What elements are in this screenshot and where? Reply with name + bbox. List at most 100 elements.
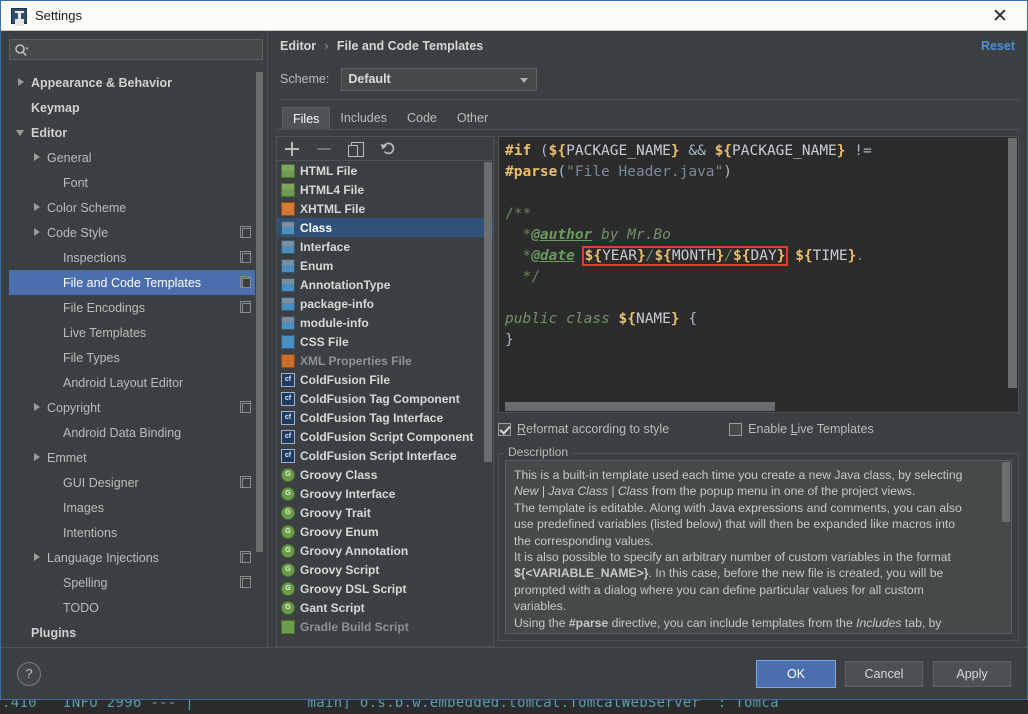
sidebar-scrollbar-thumb[interactable] [256, 72, 263, 553]
apply-button[interactable]: Apply [933, 660, 1011, 687]
tab-other[interactable]: Other [447, 107, 498, 129]
sidebar-item-appearance-behavior[interactable]: Appearance & Behavior [9, 70, 255, 95]
chevron-right-icon[interactable] [31, 201, 44, 214]
sidebar-item-language-injections[interactable]: Language Injections [9, 545, 255, 570]
template-list-panel: HTML File HTML4 File XHTML File Class Interf… [276, 136, 494, 647]
list-item[interactable]: AnnotationType [277, 275, 493, 294]
reformat-checkbox[interactable]: Reformat according to style [498, 422, 669, 436]
sidebar-item-images[interactable]: Images [9, 495, 255, 520]
tab-code[interactable]: Code [397, 107, 447, 129]
list-item[interactable]: G Groovy Trait [277, 503, 493, 522]
cancel-button[interactable]: Cancel [845, 660, 923, 687]
editor-horizontal-scrollbar-thumb[interactable] [505, 402, 775, 411]
list-item[interactable]: CSS File [277, 332, 493, 351]
sidebar-item-file-types[interactable]: File Types [9, 345, 255, 370]
sidebar-item-inspections[interactable]: Inspections [9, 245, 255, 270]
list-item[interactable]: Class [277, 218, 493, 237]
sidebar-item-file-encodings[interactable]: File Encodings [9, 295, 255, 320]
sidebar-item-code-style[interactable]: Code Style [9, 220, 255, 245]
sidebar-item-emmet[interactable]: Emmet [9, 445, 255, 470]
scheme-row: Scheme: Default [276, 61, 1019, 97]
sidebar-item-editor[interactable]: Editor [9, 120, 255, 145]
template-code-editor[interactable]: #if (${PACKAGE_NAME} && ${PACKAGE_NAME} … [498, 136, 1019, 413]
chevron-right-icon[interactable] [31, 551, 44, 564]
sidebar-item-plugins[interactable]: Plugins [9, 620, 255, 645]
search-input[interactable] [29, 42, 258, 57]
chevron-down-icon[interactable] [15, 126, 28, 139]
cf-file-icon: cf [281, 410, 295, 425]
settings-search-box[interactable] [9, 39, 263, 61]
sidebar-item-color-scheme[interactable]: Color Scheme [9, 195, 255, 220]
sidebar-item-gui-designer[interactable]: GUI Designer [9, 470, 255, 495]
list-item[interactable]: G Groovy Interface [277, 484, 493, 503]
ok-button[interactable]: OK [756, 659, 836, 688]
list-item-label: XHTML File [300, 201, 366, 216]
sidebar-item-general[interactable]: General [9, 145, 255, 170]
chevron-right-icon[interactable] [31, 451, 44, 464]
sidebar-item-label: Appearance & Behavior [31, 75, 173, 90]
close-icon[interactable]: ✕ [983, 1, 1017, 31]
list-item[interactable]: cf ColdFusion Script Interface [277, 446, 493, 465]
sidebar-item-keymap[interactable]: Keymap [9, 95, 255, 120]
sidebar-item-file-and-code-templates[interactable]: File and Code Templates [9, 270, 255, 296]
list-item[interactable]: Enum [277, 256, 493, 275]
chevron-right-icon[interactable] [15, 76, 28, 89]
chevron-right-icon[interactable] [31, 226, 44, 239]
groovy-file-icon: G [281, 562, 295, 577]
reset-link[interactable]: Reset [981, 39, 1019, 53]
plus-icon[interactable] [283, 140, 301, 158]
editor-vertical-scrollbar-thumb[interactable] [1008, 138, 1017, 388]
minus-icon[interactable] [315, 140, 333, 158]
java-file-icon [281, 258, 295, 273]
list-item[interactable]: HTML File [277, 161, 493, 180]
description-scrollbar-thumb[interactable] [1002, 462, 1010, 522]
list-item[interactable]: module-info [277, 313, 493, 332]
breadcrumb-item-editor[interactable]: Editor [280, 39, 316, 53]
scheme-dropdown[interactable]: Default [341, 67, 538, 91]
list-item[interactable]: G Gant Script [277, 598, 493, 617]
chevron-right-icon[interactable] [31, 151, 44, 164]
sidebar-item-spelling[interactable]: Spelling [9, 570, 255, 595]
undo-icon[interactable] [379, 140, 397, 158]
template-list-scrollbar-thumb[interactable] [484, 162, 492, 462]
list-item[interactable]: package-info [277, 294, 493, 313]
list-item[interactable]: cf ColdFusion File [277, 370, 493, 389]
template-editor-panel: #if (${PACKAGE_NAME} && ${PACKAGE_NAME} … [494, 136, 1019, 647]
list-item[interactable]: G Groovy Annotation [277, 541, 493, 560]
list-item[interactable]: HTML4 File [277, 180, 493, 199]
sidebar-item-todo[interactable]: TODO [9, 595, 255, 620]
sidebar-item-live-templates[interactable]: Live Templates [9, 320, 255, 345]
list-item[interactable]: Interface [277, 237, 493, 256]
chevron-right-icon[interactable] [31, 401, 44, 414]
sidebar-item-android-data-binding[interactable]: Android Data Binding [9, 420, 255, 445]
list-item[interactable]: XHTML File [277, 199, 493, 218]
tab-files[interactable]: Files [282, 107, 331, 129]
list-item[interactable]: cf ColdFusion Tag Component [277, 389, 493, 408]
groovy-file-icon: G [281, 543, 295, 558]
description-box[interactable]: This is a built-in template used each ti… [505, 460, 1012, 634]
sidebar-item-copyright[interactable]: Copyright [9, 395, 255, 420]
sidebar-item-intentions[interactable]: Intentions [9, 520, 255, 545]
live-templates-checkbox-label: Enable Live Templates [748, 422, 874, 436]
list-item[interactable]: cf ColdFusion Tag Interface [277, 408, 493, 427]
html-file-icon [281, 182, 295, 197]
sidebar-item-android-layout-editor[interactable]: Android Layout Editor [9, 370, 255, 395]
list-item[interactable]: XML Properties File [277, 351, 493, 370]
tab-includes[interactable]: Includes [330, 107, 397, 129]
list-item[interactable]: Gradle Build Script [277, 617, 493, 636]
sidebar-item-label: Copyright [47, 400, 101, 415]
list-item[interactable]: G Groovy DSL Script [277, 579, 493, 598]
live-templates-checkbox[interactable]: Enable Live Templates [729, 422, 874, 436]
template-list[interactable]: HTML File HTML4 File XHTML File Class Interf… [276, 160, 494, 647]
list-item[interactable]: cf ColdFusion Script Component [277, 427, 493, 446]
sidebar-item-font[interactable]: Font [9, 170, 255, 195]
list-item[interactable]: G Groovy Script [277, 560, 493, 579]
sidebar-item-version-control[interactable]: Version Control [9, 645, 255, 647]
copy-icon[interactable] [347, 140, 365, 158]
help-button[interactable]: ? [17, 661, 41, 686]
live-label-rest: ive Templates [797, 422, 874, 436]
list-item[interactable]: G Groovy Class [277, 465, 493, 484]
list-item[interactable]: G Groovy Enum [277, 522, 493, 541]
